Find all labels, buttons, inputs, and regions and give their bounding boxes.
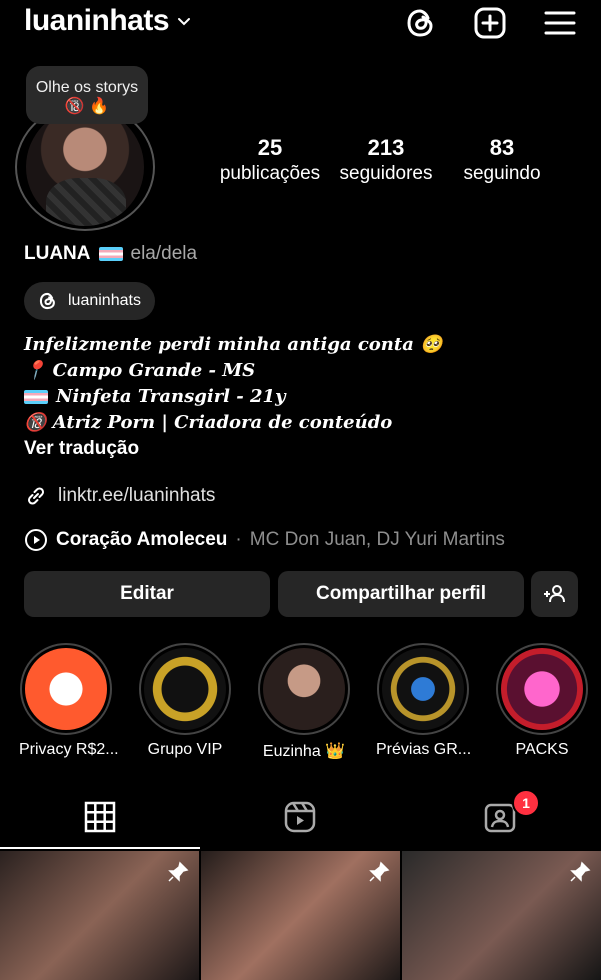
trans-flag-icon — [24, 390, 48, 404]
post-thumbnail[interactable] — [0, 851, 199, 980]
bio-line: 📍 Campo Grande - MS — [24, 360, 256, 381]
link-icon — [27, 487, 45, 505]
pin-icon — [369, 861, 390, 882]
tagged-notification-badge: 1 — [512, 789, 540, 817]
highlight-image — [263, 648, 345, 730]
highlight-ring — [139, 643, 231, 735]
discover-people-button[interactable] — [531, 571, 578, 617]
highlight-previas[interactable]: Prévias GR... — [376, 643, 472, 759]
chevron-down-icon — [178, 18, 191, 26]
post-thumbnail[interactable] — [402, 851, 601, 980]
threads-icon — [39, 292, 55, 310]
highlight-grupo-vip[interactable]: Grupo VIP — [138, 643, 232, 759]
create-icon[interactable] — [473, 6, 507, 40]
highlight-ring — [20, 643, 112, 735]
link-text: linktr.ee/luaninhats — [58, 485, 216, 506]
menu-icon[interactable] — [543, 6, 577, 40]
play-icon — [25, 529, 47, 551]
following-label: seguindo — [463, 163, 541, 184]
pronouns: ela/dela — [130, 243, 198, 264]
post-thumbnail[interactable] — [201, 851, 400, 980]
highlight-ring — [496, 643, 588, 735]
edit-label: Editar — [120, 583, 174, 604]
translate-link[interactable]: Ver tradução — [24, 438, 139, 460]
threads-handle: luaninhats — [68, 292, 141, 309]
active-tab-indicator — [0, 847, 200, 849]
profile-name-row: LUANA ela/dela — [24, 243, 197, 265]
music-artist: MC Don Juan, DJ Yuri Martins — [249, 529, 505, 550]
highlight-label: PACKS — [515, 741, 569, 758]
external-link[interactable]: linktr.ee/luaninhats — [24, 484, 215, 508]
add-person-icon — [543, 585, 565, 603]
bio-line-text: Ninfeta Transgirl - 21y — [56, 386, 286, 407]
story-note-bubble[interactable]: Olhe os storys 🔞 🔥 — [26, 66, 148, 124]
highlight-packs[interactable]: PACKS — [495, 643, 589, 759]
username: luaninhats — [24, 4, 170, 37]
highlight-label: Euzinha 👑 — [262, 743, 346, 760]
highlight-image — [144, 648, 226, 730]
highlight-image — [501, 648, 583, 730]
highlight-label: Prévias GR... — [376, 741, 472, 758]
bio-line: Infelizmente perdi minha antiga conta 🥺 — [24, 334, 443, 355]
followers-label: seguidores — [339, 163, 433, 184]
followers-count: 213 — [367, 135, 405, 160]
posts-count: 25 — [257, 135, 283, 160]
pin-icon — [570, 861, 591, 882]
stat-following[interactable]: 83 seguindo — [452, 134, 552, 186]
bio-line: 🔞 Atriz Porn | Criadora de conteúdo — [24, 412, 393, 433]
following-count: 83 — [489, 135, 515, 160]
highlight-ring — [258, 643, 350, 735]
highlight-ring — [377, 643, 469, 735]
pin-icon — [168, 861, 189, 882]
threads-profile-link[interactable]: luaninhats — [24, 282, 155, 320]
avatar — [26, 108, 144, 226]
highlight-label: Privacy R$2... — [19, 741, 119, 758]
reels-tab-icon[interactable] — [283, 800, 317, 834]
bio: Infelizmente perdi minha antiga conta 🥺 … — [24, 332, 443, 436]
highlight-image — [382, 648, 464, 730]
trans-flag-icon — [98, 247, 123, 261]
music-title: Coração Amoleceu — [56, 529, 228, 550]
story-note-text: Olhe os storys 🔞 🔥 — [35, 79, 139, 115]
username-switcher[interactable]: luaninhats — [24, 4, 191, 38]
stat-posts[interactable]: 25 publicações — [214, 134, 326, 186]
highlight-image — [25, 648, 107, 730]
share-label: Compartilhar perfil — [316, 583, 486, 604]
stat-followers[interactable]: 213 seguidores — [332, 134, 440, 186]
profile-music[interactable]: Coração Amoleceu · MC Don Juan, DJ Yuri … — [24, 528, 505, 552]
bio-line: Ninfeta Transgirl - 21y — [24, 384, 443, 410]
highlight-privacy[interactable]: Privacy R$2... — [19, 643, 119, 759]
profile-name: LUANA — [24, 243, 91, 264]
edit-profile-button[interactable]: Editar — [24, 571, 270, 617]
highlight-euzinha[interactable]: Euzinha 👑 — [257, 643, 351, 761]
highlight-label: Grupo VIP — [147, 741, 223, 758]
music-separator: · — [235, 529, 242, 550]
threads-icon[interactable] — [404, 6, 438, 40]
share-profile-button[interactable]: Compartilhar perfil — [278, 571, 524, 617]
grid-tab-icon[interactable] — [83, 800, 117, 834]
posts-label: publicações — [219, 163, 321, 184]
